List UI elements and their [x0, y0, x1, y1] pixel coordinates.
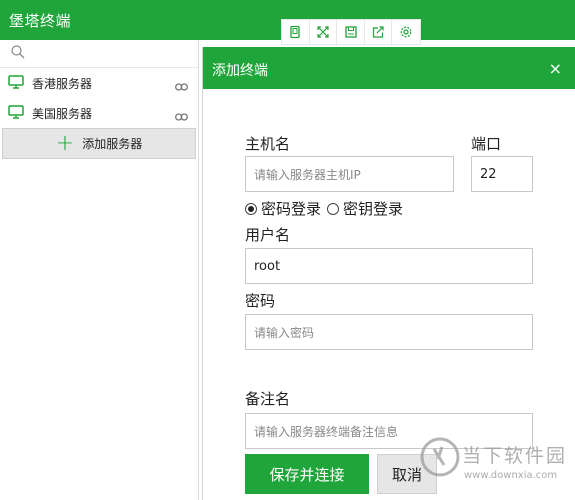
- sidebar-item-hk-server[interactable]: 香港服务器: [0, 68, 198, 98]
- key-login-radio[interactable]: [327, 202, 340, 215]
- host-input[interactable]: 请输入服务器主机IP: [245, 156, 454, 192]
- password-login-label[interactable]: 密码登录: [261, 198, 321, 219]
- search-icon[interactable]: [10, 44, 26, 64]
- monitor-icon: [8, 74, 24, 93]
- app-title: 堡塔终端: [9, 12, 72, 30]
- save-icon[interactable]: [337, 20, 365, 44]
- watermark: 当下软件园 www.downxia.com: [414, 433, 575, 500]
- password-login-radio[interactable]: [245, 202, 257, 215]
- close-icon[interactable]: ×: [549, 59, 562, 78]
- window-icon[interactable]: [282, 20, 310, 44]
- link-icon[interactable]: [175, 107, 188, 126]
- server-sidebar: 香港服务器 美国服务器 + 添加服务器: [0, 40, 199, 500]
- top-toolbar: [281, 19, 421, 45]
- username-input[interactable]: root: [245, 248, 533, 284]
- server-label: 美国服务器: [32, 106, 93, 121]
- add-server-button[interactable]: + 添加服务器: [2, 128, 196, 159]
- watermark-text: 当下软件园: [462, 445, 568, 467]
- host-label: 主机名: [245, 135, 291, 153]
- watermark-url: www.downxia.com: [464, 470, 558, 481]
- app-window: 堡塔终端 香港服务器 美国服务器 + 添加服务器 添加终端 × 主机名 请输入服…: [0, 0, 575, 500]
- share-icon[interactable]: [365, 20, 393, 44]
- password-input[interactable]: 请输入密码: [245, 314, 533, 350]
- add-server-label: 添加服务器: [82, 137, 143, 151]
- port-label: 端口: [471, 135, 502, 153]
- dialog-header: 添加终端 ×: [203, 47, 575, 89]
- link-icon[interactable]: [175, 77, 188, 96]
- dialog-title: 添加终端: [212, 63, 268, 79]
- expand-icon[interactable]: [310, 20, 338, 44]
- username-label: 用户名: [245, 226, 291, 244]
- plus-icon: +: [55, 130, 75, 156]
- monitor-icon: [8, 104, 24, 123]
- key-login-label[interactable]: 密钥登录: [343, 198, 403, 219]
- sidebar-search[interactable]: [0, 40, 198, 68]
- watermark-logo-icon: [420, 437, 460, 477]
- auth-mode-group: 密码登录 密钥登录: [245, 198, 409, 219]
- server-label: 香港服务器: [32, 76, 93, 91]
- sidebar-item-us-server[interactable]: 美国服务器: [0, 98, 198, 128]
- save-and-connect-button[interactable]: 保存并连接: [245, 454, 369, 494]
- note-label: 备注名: [245, 390, 291, 408]
- password-label: 密码: [245, 292, 276, 310]
- gear-icon[interactable]: [392, 20, 420, 44]
- port-input[interactable]: 22: [471, 156, 533, 192]
